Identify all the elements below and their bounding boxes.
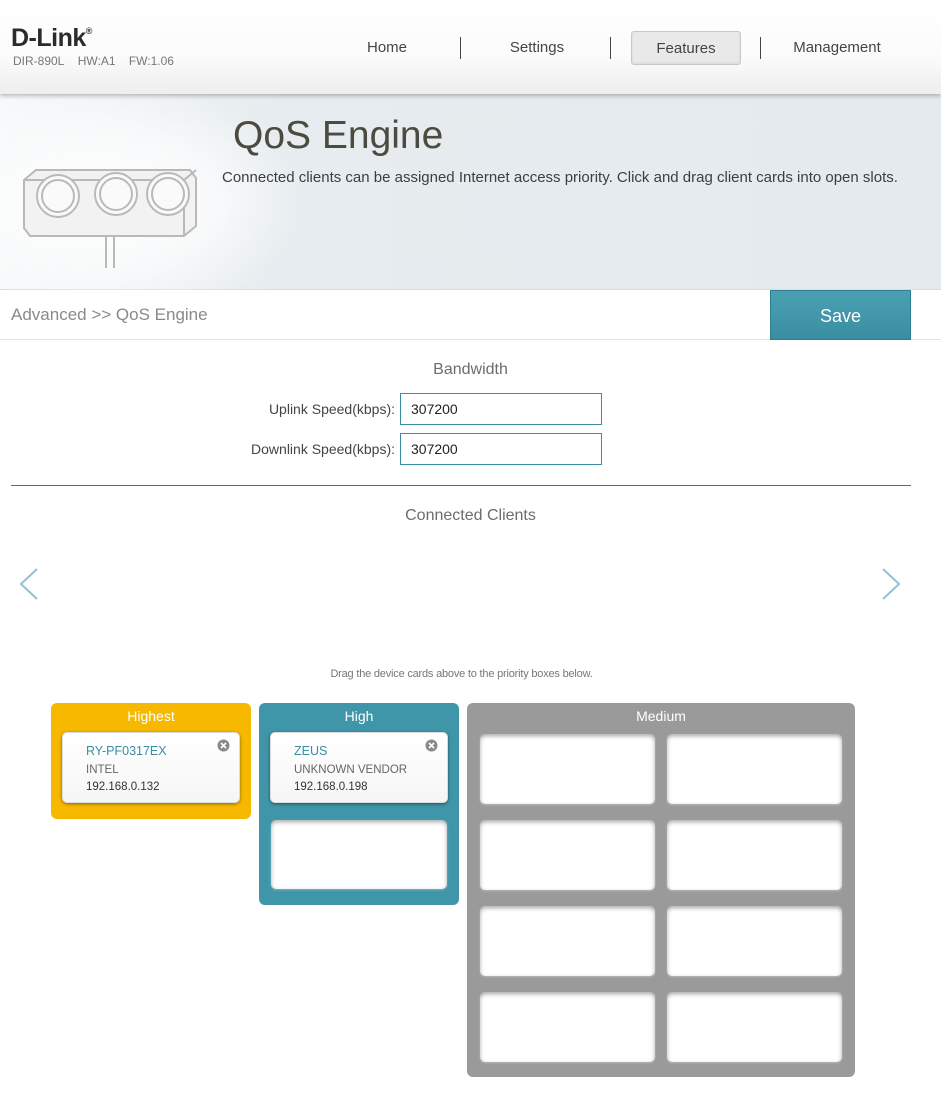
nav-settings[interactable]: Settings (470, 31, 604, 65)
connected-clients-title: Connected Clients (405, 507, 536, 524)
model-label: DIR-890L (13, 54, 65, 68)
top-header: D-Link® DIR-890L HW:A1 FW:1.06 Home Sett… (0, 0, 941, 94)
client-card[interactable]: RY-PF0317EX INTEL 192.168.0.132 (62, 732, 240, 803)
device-info: DIR-890L HW:A1 FW:1.06 (13, 54, 184, 68)
page-banner: QoS Engine Connected clients can be assi… (0, 94, 941, 290)
uplink-speed-input[interactable] (400, 393, 602, 425)
downlink-speed-input[interactable] (400, 433, 602, 465)
firmware-label: FW:1.06 (128, 54, 174, 68)
empty-slot[interactable] (271, 820, 447, 889)
chevron-right-icon[interactable] (880, 567, 902, 601)
breadcrumb: Advanced >> QoS Engine (11, 305, 208, 324)
save-button[interactable]: Save (770, 290, 911, 340)
uplink-speed-label: Uplink Speed(kbps): (268, 401, 395, 417)
priority-title-high: High (344, 708, 374, 724)
empty-slot[interactable] (480, 734, 655, 804)
nav-management[interactable]: Management (770, 31, 904, 65)
nav-separator (610, 37, 611, 59)
breadcrumb-bar: Advanced >> QoS Engine Save (0, 290, 941, 340)
empty-slot[interactable] (667, 992, 842, 1062)
empty-slot[interactable] (667, 906, 842, 976)
priority-title-highest: Highest (127, 708, 175, 724)
priority-box-medium[interactable]: Medium (467, 703, 855, 1077)
drag-hint: Drag the device cards above to the prior… (330, 668, 593, 680)
client-name: ZEUS (294, 744, 328, 758)
priority-title-medium: Medium (636, 708, 686, 724)
nav-separator (760, 37, 761, 59)
downlink-speed-label: Downlink Speed(kbps): (251, 441, 395, 457)
empty-slot[interactable] (480, 992, 655, 1062)
client-vendor: UNKNOWN VENDOR (294, 764, 408, 776)
nav-separator (460, 37, 461, 59)
client-ip: 192.168.0.198 (294, 781, 368, 793)
empty-slot[interactable] (480, 906, 655, 976)
empty-slot[interactable] (480, 820, 655, 890)
empty-slot[interactable] (667, 734, 842, 804)
client-vendor: INTEL (86, 764, 119, 776)
close-icon[interactable] (217, 739, 230, 752)
empty-slot[interactable] (667, 820, 842, 890)
dlink-logo: D-Link® (11, 24, 92, 52)
priority-box-highest[interactable]: Highest RY-PF0317EX INTEL 192.168.0.132 (51, 703, 251, 819)
client-ip: 192.168.0.132 (86, 781, 160, 793)
qos-gauge-illustration (23, 169, 197, 268)
page-title: QoS Engine (233, 114, 444, 157)
nav-home[interactable]: Home (320, 31, 454, 65)
hardware-label: HW:A1 (77, 54, 116, 68)
client-card[interactable]: ZEUS UNKNOWN VENDOR 192.168.0.198 (270, 732, 448, 803)
priority-box-high[interactable]: High ZEUS UNKNOWN VENDOR 192.168.0.198 (259, 703, 459, 905)
close-icon[interactable] (425, 739, 438, 752)
chevron-left-icon[interactable] (18, 567, 40, 601)
client-name: RY-PF0317EX (86, 744, 167, 758)
section-divider (11, 485, 911, 486)
nav-features[interactable]: Features (631, 31, 741, 65)
bandwidth-title: Bandwidth (433, 361, 508, 378)
page-description: Connected clients can be assigned Intern… (222, 169, 898, 186)
